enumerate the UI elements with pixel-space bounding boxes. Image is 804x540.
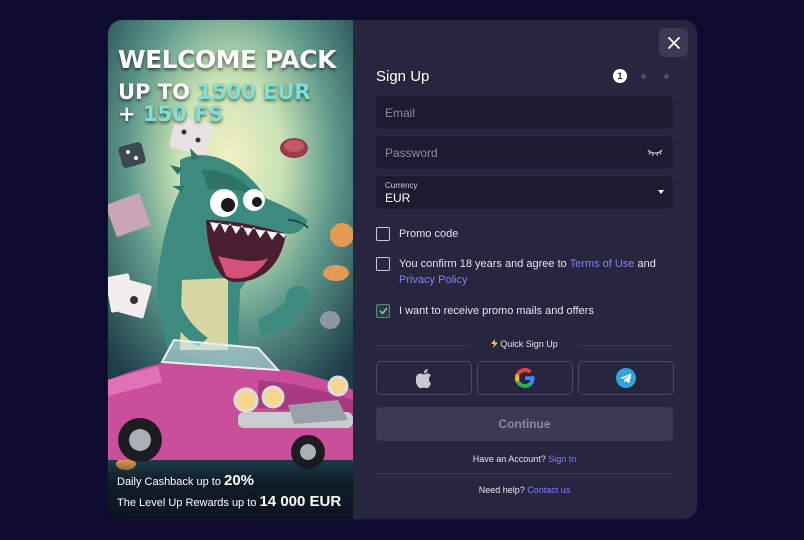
promo-mails-label: I want to receive promo mails and offers — [399, 305, 594, 317]
password-input[interactable] — [385, 145, 664, 160]
bolt-icon — [491, 339, 499, 348]
signup-form: Sign Up 1 Currency EUR Promo code You co… — [353, 20, 697, 519]
perk-cashback: Daily Cashback up to 20% — [117, 472, 254, 489]
quick-signup-text: Quick Sign Up — [500, 339, 558, 349]
age-terms-row[interactable]: You confirm 18 years and agree to Terms … — [376, 256, 666, 288]
need-help-row: Need help? Contact us — [376, 485, 673, 495]
promo-mails-checkbox[interactable] — [376, 304, 390, 318]
quick-signup-label: Quick Sign Up — [376, 339, 673, 349]
welcome-promo-panel: WELCOME PACK UP TO 1500 EUR + 150 FS Dai… — [108, 20, 353, 519]
footer-separator — [376, 473, 673, 474]
close-icon — [667, 36, 680, 49]
have-account-row: Have an Account? Sign In — [376, 454, 673, 464]
google-icon — [515, 368, 535, 388]
close-button[interactable] — [659, 28, 688, 57]
perk-cashback-value: 20% — [224, 472, 255, 489]
currency-select[interactable]: Currency EUR — [376, 176, 673, 209]
age-terms-text: You confirm 18 years and agree to Terms … — [399, 256, 666, 288]
apple-icon — [416, 368, 431, 388]
step-1: 1 — [613, 69, 627, 83]
have-account-text: Have an Account? — [472, 454, 549, 464]
telegram-signup-button[interactable] — [578, 361, 674, 395]
step-3 — [660, 70, 673, 83]
promo-bonus-line: UP TO 1500 EUR — [118, 80, 311, 104]
perk-levelup: The Level Up Rewards up to 14 000 EUR — [117, 493, 341, 510]
continue-button[interactable]: Continue — [376, 407, 673, 441]
promo-code-row[interactable]: Promo code — [376, 226, 458, 242]
age-terms-checkbox[interactable] — [376, 257, 390, 271]
currency-label: Currency — [385, 180, 418, 190]
contact-us-link[interactable]: Contact us — [527, 485, 570, 495]
promo-code-label: Promo code — [399, 228, 459, 240]
step-indicator: 1 — [613, 69, 673, 83]
email-input[interactable] — [385, 105, 664, 120]
perk-cashback-text: Daily Cashback up to — [117, 476, 224, 488]
age-terms-text-2: and — [634, 258, 656, 270]
promo-title: WELCOME PACK — [118, 45, 336, 74]
google-signup-button[interactable] — [477, 361, 573, 395]
perk-levelup-text: The Level Up Rewards up to — [117, 497, 260, 509]
password-field[interactable] — [376, 136, 673, 169]
privacy-policy-link[interactable]: Privacy Policy — [399, 274, 467, 286]
perk-levelup-value: 14 000 EUR — [259, 493, 342, 510]
apple-signup-button[interactable] — [376, 361, 472, 395]
signup-modal: WELCOME PACK UP TO 1500 EUR + 150 FS Dai… — [108, 20, 697, 519]
email-field[interactable] — [376, 96, 673, 129]
sign-in-link[interactable]: Sign In — [548, 454, 576, 464]
promo-freespins-amount: 150 FS — [142, 102, 224, 126]
telegram-icon — [616, 368, 636, 388]
promo-bonus-amount: 1500 EUR — [197, 80, 311, 104]
promo-mails-row[interactable]: I want to receive promo mails and offers — [376, 303, 594, 319]
age-terms-text-1: You confirm 18 years and agree to — [399, 258, 570, 270]
currency-value: EUR — [385, 190, 411, 205]
step-2 — [637, 70, 650, 83]
chevron-down-icon — [658, 190, 664, 194]
promo-freespins-line: + 150 FS — [118, 102, 224, 126]
promo-code-checkbox[interactable] — [376, 227, 390, 241]
terms-of-use-link[interactable]: Terms of Use — [570, 258, 635, 270]
check-icon — [379, 307, 388, 315]
form-title: Sign Up — [376, 68, 430, 85]
promo-bonus-prefix: UP TO — [118, 80, 198, 104]
eye-closed-icon[interactable] — [647, 148, 663, 157]
promo-bottom-fade — [108, 459, 353, 519]
need-help-text: Need help? — [478, 485, 528, 495]
promo-freespins-prefix: + — [118, 102, 143, 126]
